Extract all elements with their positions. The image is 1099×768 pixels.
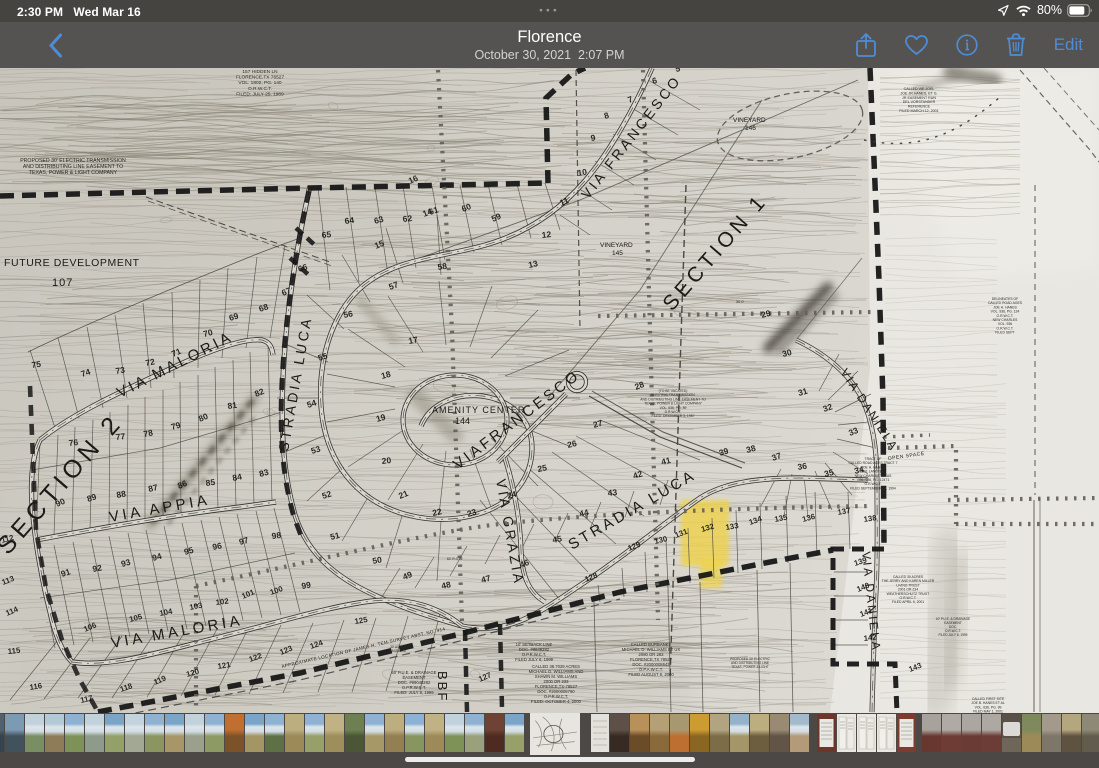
svg-text:O.R.W.C.T.: O.R.W.C.T. (248, 86, 272, 92)
svg-text:20: 20 (381, 455, 392, 466)
svg-text:98: 98 (271, 530, 282, 541)
svg-text:25: 25 (537, 462, 548, 474)
svg-text:73: 73 (115, 365, 126, 376)
svg-text:107: 107 (52, 277, 73, 289)
svg-text:76: 76 (68, 437, 79, 448)
svg-text:VINEYARD: VINEYARD (733, 117, 766, 124)
svg-text:EASEMENT: EASEMENT (389, 649, 407, 653)
svg-text:88: 88 (116, 488, 127, 500)
svg-text:10: 10 (577, 167, 588, 178)
svg-text:145: 145 (612, 250, 623, 257)
svg-text:146: 146 (745, 125, 756, 132)
svg-text:36: 36 (797, 461, 808, 472)
svg-text:REFERENCE: REFERENCE (908, 105, 931, 109)
svg-text:FILED AUGUST 8, 2000: FILED AUGUST 8, 2000 (628, 672, 674, 677)
svg-text:62: 62 (402, 213, 413, 224)
svg-text:BBF: BBF (435, 671, 450, 702)
svg-text:FILED MARCH 12, 2001: FILED MARCH 12, 2001 (899, 109, 938, 113)
svg-text:FILED SEPTEMBER 12, 1994: FILED SEPTEMBER 12, 1994 (850, 486, 896, 490)
svg-text:65: 65 (321, 229, 332, 240)
svg-text:144: 144 (455, 416, 470, 426)
svg-text:115: 115 (7, 646, 21, 656)
svg-text:FILED: DECEMBER 3, 1987: FILED: DECEMBER 3, 1987 (652, 414, 695, 418)
svg-text:CALLED VIE JOEL: CALLED VIE JOEL (904, 87, 935, 91)
svg-text:FILED: JULY 8, 1999: FILED: JULY 8, 1999 (394, 690, 434, 695)
svg-text:JOE JR HANES, ET G.: JOE JR HANES, ET G. (900, 91, 937, 95)
svg-text:138: 138 (863, 513, 878, 524)
svg-text:TEXAS, POWER & LIGHT COMPANY: TEXAS, POWER & LIGHT COMPANY (29, 170, 118, 176)
svg-text:AMENITY CENTER: AMENITY CENTER (432, 405, 525, 415)
svg-text:FILED: JULY 25, 1989: FILED: JULY 25, 1989 (236, 91, 284, 97)
svg-text:FILED APRIL 6, 2001: FILED APRIL 6, 2001 (892, 600, 924, 604)
svg-text:DEL VORSTANDER: DEL VORSTANDER (903, 100, 936, 104)
svg-text:64: 64 (344, 215, 355, 226)
svg-text:FILED: OCTOBER 4, 2000: FILED: OCTOBER 4, 2000 (531, 699, 582, 704)
svg-text:81: 81 (227, 400, 238, 411)
svg-text:FILED SEPT: FILED SEPT (995, 331, 1014, 335)
svg-text:85: 85 (205, 477, 216, 488)
svg-text:157 HIDDEN LN: 157 HIDDEN LN (242, 69, 278, 75)
svg-text:78: 78 (143, 427, 154, 439)
svg-text:VINEYARD: VINEYARD (600, 242, 633, 249)
svg-text:102: 102 (215, 596, 230, 607)
svg-text:75: 75 (31, 359, 42, 370)
svg-text:12: 12 (541, 229, 552, 240)
svg-text:FLORENCE,TX 76527: FLORENCE,TX 76527 (236, 75, 285, 81)
svg-text:30.0': 30.0' (736, 299, 745, 304)
svg-text:FILED JULY 8, 1999: FILED JULY 8, 1999 (515, 657, 554, 662)
svg-text:99: 99 (301, 579, 312, 591)
svg-text:FUTURE DEVELOPMENT: FUTURE DEVELOPMENT (4, 257, 140, 269)
svg-text:142: 142 (863, 632, 878, 643)
svg-text:TEXAS, POWER & LIGHT: TEXAS, POWER & LIGHT (731, 665, 769, 669)
svg-text:58: 58 (437, 261, 448, 272)
svg-text:92: 92 (92, 562, 103, 574)
svg-text:FILED JULY 8, 1999: FILED JULY 8, 1999 (939, 633, 968, 637)
svg-text:43: 43 (607, 487, 618, 498)
svg-text:JR EASEMENT RUN: JR EASEMENT RUN (902, 96, 936, 100)
svg-text:VOL. 1802, PG. 140: VOL. 1802, PG. 140 (238, 80, 282, 86)
svg-text:60' R.O.W.: 60' R.O.W. (447, 557, 463, 561)
svg-text:77: 77 (115, 431, 126, 442)
